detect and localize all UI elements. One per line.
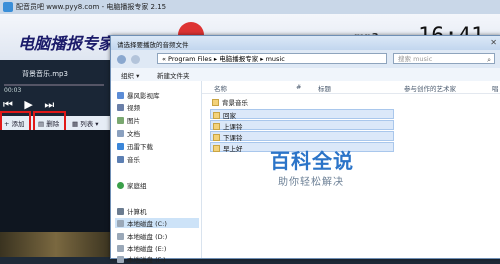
library-icon [117, 92, 124, 99]
nav-item-label: 暴风影视库 [127, 92, 160, 100]
file-row-selected[interactable]: 上课铃 [210, 120, 394, 131]
app-titlebar: 配音员吧 www.pyy8.com - 电脑播报专家 2.15 [0, 0, 500, 14]
watermark-brand: 百科全说 [270, 149, 354, 173]
close-icon[interactable]: ✕ [490, 38, 497, 47]
nav-item-label: 迅雷下载 [127, 143, 153, 151]
nav-item[interactable]: 图片 [117, 115, 140, 125]
column-artist[interactable]: 参与创作的艺术家 [404, 83, 456, 93]
drive-icon [117, 233, 124, 240]
nav-item-selected[interactable]: 本地磁盘 (C:) [115, 218, 199, 228]
music-icon [117, 156, 124, 163]
nav-item[interactable]: 视频 [117, 102, 140, 112]
command-bar: 组织 ▾ 新建文件夹 [111, 68, 500, 82]
progress-bar[interactable] [4, 84, 104, 86]
address-bar: « Program Files ▸ 电脑播报专家 ▸ music 搜索 musi… [111, 50, 500, 68]
dialog-titlebar: 请选择要播放的音频文件 ✕ [111, 36, 500, 50]
nav-item[interactable]: 本地磁盘 (E:) [117, 243, 166, 253]
picture-icon [117, 117, 124, 124]
list-label: 列表 [80, 120, 94, 128]
video-thumbnail [0, 232, 112, 257]
drive-icon [117, 220, 124, 227]
file-row[interactable]: 背景音乐 [210, 97, 394, 107]
list-button[interactable]: ▦ 列表 ▾ [72, 118, 99, 128]
download-icon [117, 143, 124, 150]
search-placeholder: 搜索 music [398, 55, 433, 63]
audio-file-icon [213, 145, 220, 152]
watermark-slogan: 助你轻松解决 [278, 177, 344, 188]
back-icon[interactable] [117, 55, 126, 64]
organize-button[interactable]: 组织 ▾ [121, 70, 139, 80]
column-headers: 名称 # 标题 参与创作的艺术家 唱 [202, 81, 500, 94]
file-name: 背景音乐 [222, 99, 248, 107]
elapsed-time: 00:03 [4, 87, 22, 94]
video-icon [117, 104, 124, 111]
forward-icon[interactable] [131, 55, 140, 64]
computer-icon [117, 208, 124, 215]
nav-item-label: 家庭组 [127, 182, 147, 190]
nav-item[interactable]: 本地磁盘 (F:) [117, 254, 166, 264]
nav-item-label: 图片 [127, 117, 140, 125]
nav-item[interactable]: 音乐 [117, 154, 140, 164]
nav-item[interactable]: 家庭组 [117, 180, 147, 190]
nav-item-label: 本地磁盘 (F:) [127, 256, 166, 264]
app-logo: 电脑播报专家 [18, 34, 115, 53]
audio-file-icon [213, 123, 220, 130]
search-icon: ⌕ [487, 56, 491, 64]
drive-icon [117, 256, 124, 263]
nav-item-label: 视频 [127, 104, 140, 112]
file-name: 下课铃 [223, 134, 243, 142]
search-input[interactable]: 搜索 music ⌕ [393, 53, 495, 64]
nav-item[interactable]: 计算机 [117, 206, 147, 216]
audio-file-icon [213, 112, 220, 119]
nav-item[interactable]: 本地磁盘 (D:) [117, 231, 167, 241]
nav-item-label: 本地磁盘 (C:) [127, 220, 167, 228]
file-name: 回家 [223, 112, 236, 120]
breadcrumb[interactable]: « Program Files ▸ 电脑播报专家 ▸ music [157, 53, 387, 64]
nav-item[interactable]: 迅雷下载 [117, 141, 153, 151]
audio-file-icon [212, 99, 219, 106]
file-name: 上课铃 [223, 123, 243, 131]
nav-item[interactable]: 文档 [117, 128, 140, 138]
now-playing: 背景音乐.mp3 [22, 70, 68, 78]
nav-item-label: 音乐 [127, 156, 140, 164]
homegroup-icon [117, 182, 124, 189]
playback-controls[interactable]: ⏮ ▶ ⏭ [3, 98, 58, 112]
nav-item-label: 计算机 [127, 208, 147, 216]
drive-icon [117, 245, 124, 252]
dialog-title: 请选择要播放的音频文件 [117, 41, 189, 49]
column-title[interactable]: 标题 [318, 83, 331, 93]
column-number[interactable]: # [296, 83, 301, 91]
app-title: 配音员吧 www.pyy8.com - 电脑播报专家 2.15 [16, 3, 167, 11]
file-row-selected[interactable]: 回家 [210, 109, 394, 120]
app-icon [3, 2, 13, 12]
nav-item[interactable]: 暴风影视库 [117, 90, 160, 100]
nav-item-label: 本地磁盘 (D:) [127, 233, 168, 241]
file-name: 早上好 [223, 145, 243, 153]
nav-item-label: 本地磁盘 (E:) [127, 245, 167, 253]
column-name[interactable]: 名称 [214, 83, 227, 93]
player-panel: 背景音乐.mp3 00:03 ⏮ ▶ ⏭ [0, 60, 112, 116]
audio-file-icon [213, 134, 220, 141]
document-icon [117, 130, 124, 137]
navigation-pane: 暴风影视库 视频 图片 文档 迅雷下载 音乐 家庭组 计算机 本地磁盘 (C:)… [111, 81, 202, 264]
nav-item-label: 文档 [127, 130, 140, 138]
column-album[interactable]: 唱 [492, 83, 499, 93]
new-folder-button[interactable]: 新建文件夹 [157, 70, 190, 80]
file-row-selected[interactable]: 下课铃 [210, 131, 394, 142]
